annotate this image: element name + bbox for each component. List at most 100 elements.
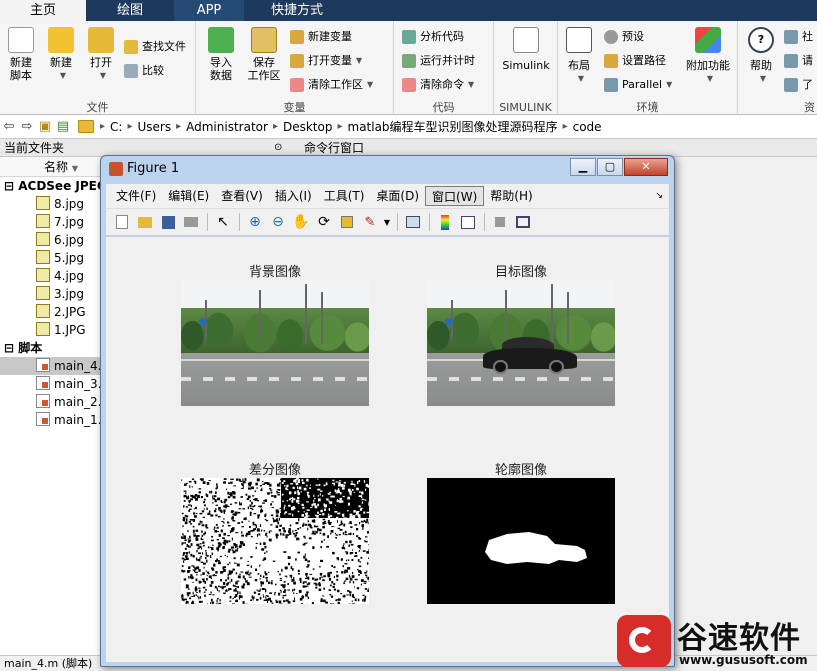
pan-hand-icon[interactable]: ✋ xyxy=(291,212,311,232)
analyze-code-button[interactable]: 分析代码 xyxy=(402,27,464,47)
variable-group-title: 变量 xyxy=(283,101,306,114)
clear-commands-button[interactable]: 清除命令 ▼ xyxy=(402,75,474,95)
parallel-icon xyxy=(604,78,618,92)
compare-button[interactable]: 比较 xyxy=(124,61,164,81)
rotate-3d-icon[interactable]: ⟳ xyxy=(314,212,334,232)
colorbar-icon[interactable] xyxy=(435,212,455,232)
file-name: main_2. xyxy=(54,395,102,409)
chevron-down-icon: ▼ xyxy=(99,71,107,80)
print-icon[interactable] xyxy=(181,212,201,232)
simulink-label: Simulink xyxy=(502,59,550,72)
figure-menu-item[interactable]: 文件(F) xyxy=(110,186,162,206)
link-plot-icon[interactable] xyxy=(403,212,423,232)
difference-noise xyxy=(181,478,369,604)
jpg-file-icon xyxy=(36,286,50,300)
back-arrow-icon[interactable]: ⇦ xyxy=(0,118,18,136)
path-segment-users[interactable]: Users xyxy=(132,120,176,134)
tab-apps[interactable]: APP xyxy=(174,0,244,21)
address-bar: ⇦ ⇨ ▣ ▤ ▸ C: ▸ Users ▸ Administrator ▸ D… xyxy=(0,115,817,139)
simulink-group-title: SIMULINK xyxy=(499,101,552,114)
path-segment-user[interactable]: Administrator xyxy=(181,120,273,134)
chevron-down-icon[interactable]: ▼ xyxy=(383,212,391,232)
zoom-in-icon[interactable]: ⊕ xyxy=(245,212,265,232)
tab-plots[interactable]: 绘图 xyxy=(86,0,174,21)
import-data-button[interactable]: 导入 数据 xyxy=(204,27,238,82)
chevron-down-icon: ▼ xyxy=(59,71,67,80)
m-file-icon xyxy=(36,394,50,408)
community-label: 社 xyxy=(802,30,813,43)
toolbar-separator xyxy=(239,213,240,231)
set-path-button[interactable]: 设置路径 xyxy=(604,51,666,71)
save-icon[interactable] xyxy=(158,212,178,232)
watermark: 谷速软件 www.gususoft.com xyxy=(617,611,817,671)
help-button[interactable]: ? 帮助 ▼ xyxy=(746,27,776,85)
request-support-icon xyxy=(784,54,798,68)
request-support-button[interactable]: 请 xyxy=(784,51,813,71)
status-text: main_4.m (脚本) xyxy=(4,657,93,670)
show-plot-tools-icon[interactable] xyxy=(513,212,533,232)
learn-button[interactable]: 了 xyxy=(784,75,813,95)
up-folder-icon[interactable]: ▣ xyxy=(36,118,54,136)
jpg-file-icon xyxy=(36,214,50,228)
figure-menu-item[interactable]: 窗口(W) xyxy=(425,186,485,206)
collapse-icon[interactable]: ⊟ xyxy=(4,179,18,193)
figure-menu-item[interactable]: 桌面(D) xyxy=(370,186,425,206)
clear-commands-label: 清除命令 xyxy=(420,78,464,91)
file-name: main_4. xyxy=(54,359,102,373)
collapse-icon[interactable]: ⊟ xyxy=(4,341,18,355)
open-button[interactable]: 打开 ▼ xyxy=(84,27,118,82)
open-variable-button[interactable]: 打开变量 ▼ xyxy=(290,51,362,71)
open-file-icon[interactable] xyxy=(135,212,155,232)
import-data-label: 导入 数据 xyxy=(210,56,232,82)
hide-plot-tools-icon[interactable] xyxy=(490,212,510,232)
tab-home[interactable]: 主页 xyxy=(0,0,86,21)
minimize-button[interactable]: ▁ xyxy=(570,158,596,176)
pointer-icon[interactable]: ↖ xyxy=(213,212,233,232)
add-ons-button[interactable]: 附加功能 ▼ xyxy=(682,27,734,85)
path-segment-drive[interactable]: C: xyxy=(105,120,127,134)
preferences-button[interactable]: 预设 xyxy=(604,27,644,47)
figure-menu-item[interactable]: 编辑(E) xyxy=(162,186,215,206)
path-segment-code[interactable]: code xyxy=(568,120,607,134)
watermark-url: www.gususoft.com xyxy=(679,653,808,667)
chevron-down-icon: ▼ xyxy=(577,74,585,83)
data-cursor-icon[interactable] xyxy=(337,212,357,232)
chevron-down-icon: ▼ xyxy=(666,80,673,89)
help-label: 帮助 xyxy=(750,59,772,72)
forward-arrow-icon[interactable]: ⇨ xyxy=(18,118,36,136)
figure-menu-list: 文件(F) 编辑(E) 查看(V) 插入(I) 工具(T) 桌面(D) 窗口(W) 帮助(H) xyxy=(110,186,539,206)
plus-icon xyxy=(48,27,74,53)
new-variable-button[interactable]: 新建变量 xyxy=(290,27,352,47)
community-button[interactable]: 社 xyxy=(784,27,813,47)
figure-menu-item[interactable]: 查看(V) xyxy=(215,186,269,206)
parallel-button[interactable]: Parallel ▼ xyxy=(604,75,672,95)
subplot-target: 目标图像 xyxy=(427,261,615,407)
figure-titlebar[interactable]: Figure 1 ▁ ▢ ✕ xyxy=(101,156,674,183)
new-script-button[interactable]: 新建 脚本 xyxy=(4,27,38,82)
figure-menu-item[interactable]: 插入(I) xyxy=(269,186,318,206)
sort-chevron-icon: ▼ xyxy=(71,164,78,173)
save-workspace-button[interactable]: 保存 工作区 xyxy=(244,27,284,82)
legend-icon[interactable] xyxy=(458,212,478,232)
new-button[interactable]: 新建 ▼ xyxy=(44,27,78,82)
dock-arrow-icon[interactable]: ↘ xyxy=(655,191,663,201)
maximize-button[interactable]: ▢ xyxy=(597,158,623,176)
zoom-out-icon[interactable]: ⊖ xyxy=(268,212,288,232)
tab-shortcuts[interactable]: 快捷方式 xyxy=(244,0,350,21)
browse-folder-icon[interactable]: ▤ xyxy=(54,118,72,136)
new-variable-icon xyxy=(290,30,304,44)
figure-menu-item[interactable]: 帮助(H) xyxy=(484,186,538,206)
layout-button[interactable]: 布局 ▼ xyxy=(562,27,596,85)
preferences-label: 预设 xyxy=(622,30,644,43)
find-files-button[interactable]: 查找文件 xyxy=(124,37,186,57)
path-segment-project[interactable]: matlab编程车型识别图像处理源码程序 xyxy=(343,118,563,135)
subplot-title: 轮廓图像 xyxy=(494,463,547,478)
brush-icon[interactable]: ✎ xyxy=(360,212,380,232)
close-button[interactable]: ✕ xyxy=(624,158,668,176)
new-figure-icon[interactable] xyxy=(112,212,132,232)
simulink-button[interactable]: Simulink xyxy=(500,27,552,72)
run-and-time-button[interactable]: 运行并计时 xyxy=(402,51,475,71)
path-segment-desktop[interactable]: Desktop xyxy=(278,120,338,134)
clear-workspace-button[interactable]: 清除工作区 ▼ xyxy=(290,75,373,95)
figure-menu-item[interactable]: 工具(T) xyxy=(318,186,371,206)
